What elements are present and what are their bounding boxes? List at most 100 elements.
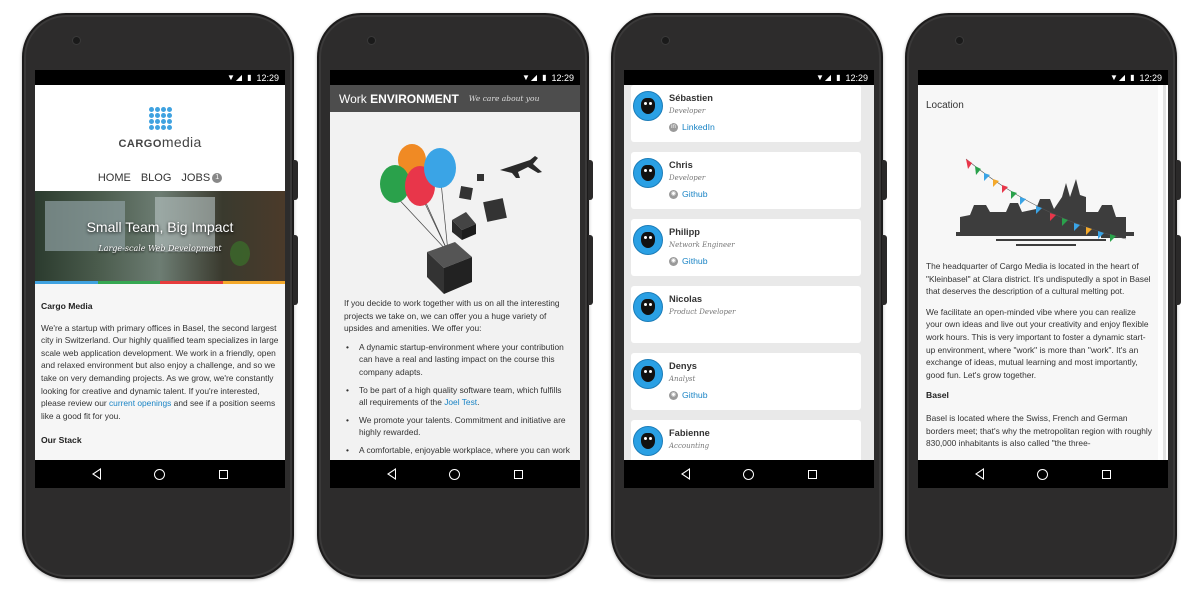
camera-dot [72,36,81,45]
location-title: Location [926,100,964,111]
phone-frame-3: ▼◢ ▮ 12:29 Sébastien Developer in LinkedI… [611,13,887,579]
menu-item-jobs[interactable]: JOBS 1 [181,172,223,184]
site-logo[interactable]: CARGOmedia [35,85,285,165]
home-icon[interactable] [743,468,755,480]
about-section: Cargo Media We're a startup with primary… [35,284,285,460]
team-card: Philipp Network Engineer ◉ Github [631,219,861,276]
github-icon: ◉ [669,189,678,199]
avatar [633,426,663,456]
hero-banner: Small Team, Big Impact Large-scale Web D… [35,191,285,281]
list-item: To be part of a high quality software te… [344,384,570,409]
back-icon[interactable] [974,468,984,480]
member-profile-link[interactable]: in LinkedIn [669,122,715,132]
menu-item-home[interactable]: HOME [98,172,131,184]
android-nav-bar [918,460,1168,488]
status-time: 12:29 [845,72,868,83]
team-card: Denys Analyst ◉ Github [631,353,861,410]
balloon-blue [424,148,456,188]
camera-dot [367,36,376,45]
jobs-count-badge: 1 [212,173,223,184]
back-icon[interactable] [680,468,690,480]
location-section: Location The headquarter of Cargo Media … [918,85,1158,460]
main-menu: HOME BLOG JOBS 1 [35,167,285,189]
android-nav-bar [330,460,580,488]
home-icon[interactable] [1037,468,1049,480]
member-profile-link[interactable]: ◉ Github [669,390,708,400]
recent-apps-icon[interactable] [219,469,229,479]
member-name: Nicolas [669,294,703,304]
status-time: 12:29 [256,72,279,83]
brand-name: CARGOmedia [118,133,202,150]
basel-paragraph: Basel is located where the Swiss, French… [926,412,1152,449]
page-header: Work ENVIRONMENT We care about you [330,85,580,112]
member-name: Denys [669,361,697,371]
member-name: Fabienne [669,428,710,438]
current-openings-link[interactable]: current openings [109,398,171,408]
status-bar: ▼◢ ▮ 12:29 [330,70,580,85]
battery-icon: ▮ [1130,73,1136,82]
list-item: We promote your talents. Commitment and … [344,414,570,439]
power-button [882,160,887,200]
battery-icon: ▮ [247,73,253,82]
wifi-signal-icon: ▼◢ [1109,73,1127,82]
page-title: Work ENVIRONMENT [339,91,459,106]
member-profile-link[interactable]: ◉ Github [669,189,708,199]
power-button [1176,160,1181,200]
recent-apps-icon[interactable] [514,469,524,479]
scrollbar[interactable] [1163,85,1166,460]
github-icon: ◉ [669,390,678,400]
member-name: Philipp [669,227,700,237]
benefits-section: If you decide to work together with us o… [330,297,580,460]
status-time: 12:29 [551,72,574,83]
benefits-list: A dynamic startup-environment where your… [344,341,570,460]
status-time: 12:29 [1139,72,1162,83]
power-button [588,160,593,200]
avatar [633,359,663,389]
phone-frame-4: ▼◢ ▮ 12:29 Location The headquarter of C… [905,13,1181,579]
basel-skyline-illustration [926,117,1152,260]
recent-apps-icon[interactable] [1102,469,1112,479]
status-bar: ▼◢ ▮ 12:29 [918,70,1168,85]
status-bar: ▼◢ ▮ 12:29 [35,70,285,85]
joel-test-link[interactable]: Joel Test [444,397,477,407]
github-icon: ◉ [669,256,678,266]
page-tagline: We care about you [468,94,540,103]
balloons-illustration [330,112,580,297]
color-stripe [35,281,285,284]
volume-button [1176,235,1181,305]
screen-location: ▼◢ ▮ 12:29 Location The headquarter of C… [918,70,1168,488]
back-icon[interactable] [386,468,396,480]
member-role: Network Engineer [669,241,735,249]
camera-dot [955,36,964,45]
android-nav-bar [35,460,285,488]
screen-work-environment: ▼◢ ▮ 12:29 Work ENVIRONMENT We care abou… [330,70,580,488]
location-text: The headquarter of Cargo Media is locate… [926,260,1152,450]
volume-button [293,235,298,305]
culture-paragraph: We facilitate an open-minded vibe where … [926,306,1149,380]
camera-dot [661,36,670,45]
back-icon[interactable] [91,468,101,480]
menu-item-blog[interactable]: BLOG [141,172,172,184]
battery-icon: ▮ [836,73,842,82]
logo-dots-icon [148,106,172,130]
recent-apps-icon[interactable] [808,469,818,479]
member-role: Developer [669,174,706,182]
home-icon[interactable] [154,468,166,480]
hero-title: Small Team, Big Impact [86,219,234,235]
member-role: Accounting [669,442,710,450]
status-bar: ▼◢ ▮ 12:29 [624,70,874,85]
home-icon[interactable] [449,468,461,480]
screen-team: ▼◢ ▮ 12:29 Sébastien Developer in LinkedI… [624,70,874,488]
linkedin-icon: in [669,122,678,132]
avatar [633,91,663,121]
member-profile-link[interactable]: ◉ Github [669,256,708,266]
team-card: Fabienne Accounting [631,420,861,460]
avatar [633,225,663,255]
airplane-icon [500,156,542,178]
phone-frame-1: ▼◢ ▮ 12:29 CARGOmedia HOME BLOG JOBS 1 Sm… [22,13,298,579]
hero-subtitle: Large-scale Web Development [98,244,222,253]
avatar [633,292,663,322]
list-item: A comfortable, enjoyable workplace, wher… [344,444,570,460]
member-role: Product Developer [669,308,736,316]
volume-button [882,235,887,305]
